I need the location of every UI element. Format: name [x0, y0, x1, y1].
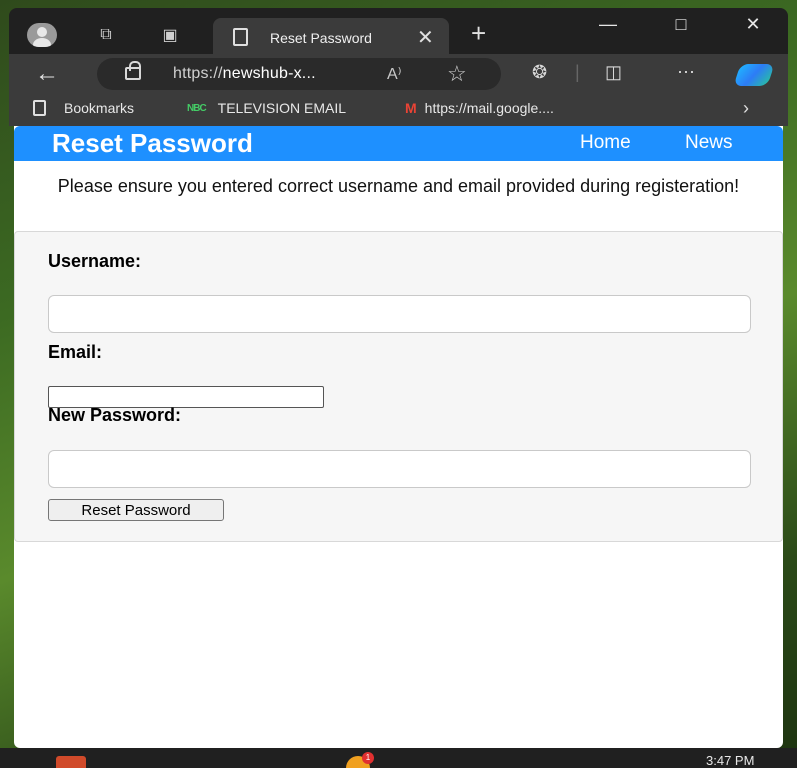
reset-password-form: Username: Email: New Password: Reset Pas… — [14, 231, 783, 542]
address-bar[interactable]: https://newshub-x... A⁾ ☆ — [97, 58, 501, 90]
username-input[interactable] — [48, 295, 751, 333]
instruction-notice: Please ensure you entered correct userna… — [57, 176, 740, 196]
lock-icon[interactable] — [125, 61, 141, 80]
vertical-tabs-icon[interactable]: ▣ — [155, 21, 185, 49]
bookmark-television-email[interactable]: NBC TELEVISION EMAIL — [187, 100, 346, 116]
close-tab-icon[interactable]: ✕ — [417, 25, 434, 50]
taskbar-app-icon[interactable] — [56, 756, 86, 768]
tab-reset-password[interactable]: Reset Password ✕ — [213, 18, 449, 58]
chevron-right-icon[interactable]: › — [743, 98, 749, 119]
bookmark-folder[interactable]: Bookmarks — [33, 100, 134, 116]
email-label: Email: — [48, 342, 103, 362]
read-aloud-icon[interactable]: A⁾ — [387, 64, 402, 84]
bookmark-label: Bookmarks — [64, 100, 135, 116]
toolbar-divider: | — [575, 62, 580, 82]
back-arrow-icon[interactable]: ← — [35, 60, 59, 88]
reset-password-button[interactable]: Reset Password — [48, 499, 224, 521]
new-password-label: New Password: — [48, 405, 182, 425]
site-header: Reset Password Home News — [14, 126, 783, 161]
split-screen-icon[interactable]: ◫ — [605, 62, 622, 83]
more-options-icon[interactable]: ⋯ — [677, 62, 695, 83]
favorite-star-icon[interactable]: ☆ — [447, 61, 467, 87]
page-document-icon — [233, 28, 248, 46]
url-text: https://newshub-x... — [173, 65, 316, 82]
bookmarks-folder-icon — [33, 100, 46, 116]
tab-title: Reset Password — [270, 30, 372, 46]
bookmark-label: https://mail.google.... — [424, 100, 554, 116]
taskbar: 1 3:47 PM — [0, 748, 797, 768]
page-viewport: Reset Password Home News Please ensure y… — [14, 126, 783, 748]
tab-strip: ⧉ ▣ Reset Password ✕ + — □ ✕ — [9, 8, 788, 58]
page-title: Reset Password — [52, 128, 253, 158]
bookmark-label: TELEVISION EMAIL — [217, 100, 347, 116]
nav-home-link[interactable]: Home — [580, 132, 631, 154]
profile-avatar-icon[interactable] — [27, 23, 57, 47]
username-label: Username: — [48, 251, 142, 271]
bookmarks-bar: Bookmarks NBC TELEVISION EMAIL M https:/… — [9, 94, 788, 126]
close-window-icon[interactable]: ✕ — [738, 14, 768, 35]
nav-news-link[interactable]: News — [685, 132, 733, 154]
workspaces-icon[interactable]: ⧉ — [91, 21, 121, 49]
notification-badge: 1 — [362, 752, 374, 764]
gmail-logo-icon: M — [405, 100, 417, 116]
browser-window: ⧉ ▣ Reset Password ✕ + — □ ✕ ← https://n… — [9, 8, 788, 126]
maximize-icon[interactable]: □ — [666, 14, 696, 35]
new-tab-icon[interactable]: + — [471, 20, 486, 46]
bookmark-gmail[interactable]: M https://mail.google.... — [405, 100, 554, 116]
copilot-icon[interactable] — [733, 64, 775, 86]
address-toolbar: ← https://newshub-x... A⁾ ☆ ❂ | ◫ ⋯ — [9, 54, 788, 94]
extensions-puzzle-icon[interactable]: ❂ — [532, 62, 547, 83]
minimize-icon[interactable]: — — [593, 14, 623, 35]
new-password-input[interactable] — [48, 450, 751, 488]
nbc-logo-icon: NBC — [187, 102, 207, 114]
clock-time[interactable]: 3:47 PM — [706, 753, 754, 768]
